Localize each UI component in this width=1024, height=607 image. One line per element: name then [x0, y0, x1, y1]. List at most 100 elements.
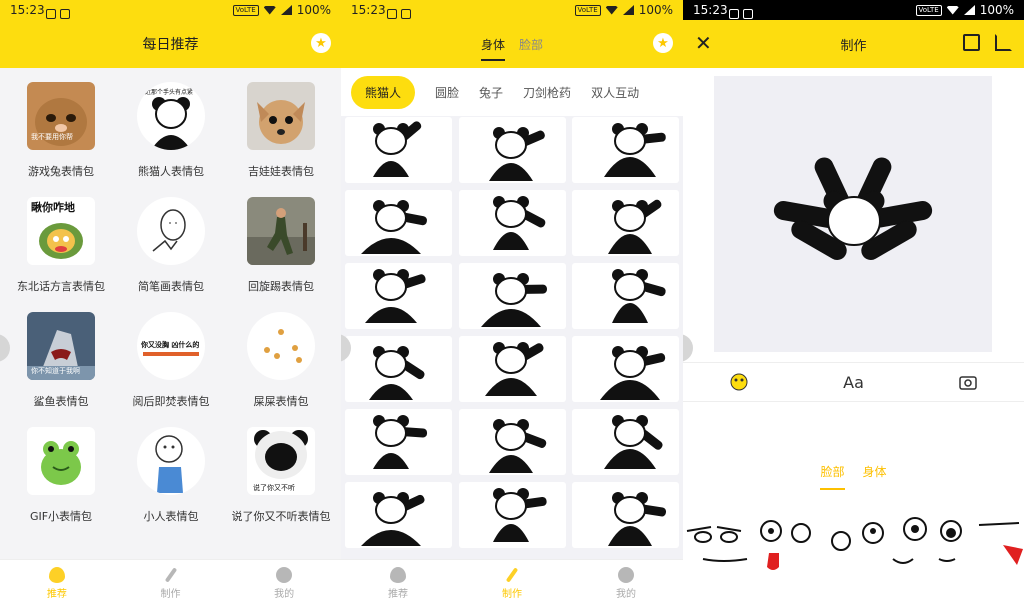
- nav-make[interactable]: 制作: [114, 560, 228, 607]
- body-sticker-item[interactable]: [459, 190, 566, 256]
- rabbit-thumb: 我不要用你帮: [27, 82, 95, 150]
- panda-pose-sticker: [369, 346, 425, 400]
- text-tool[interactable]: Aa: [843, 373, 864, 392]
- pack-label: 吉娃娃表情包: [248, 165, 314, 178]
- dongbei-thumb: 瞅你咋地: [27, 197, 95, 265]
- pack-label: 游戏兔表情包: [28, 165, 94, 178]
- battery-text: 100%: [979, 3, 1014, 17]
- pack-item[interactable]: 瞅你咋地 东北话方言表情包: [4, 183, 118, 298]
- user-icon: [276, 567, 293, 583]
- pack-item[interactable]: 屎屎表情包: [224, 298, 338, 413]
- body-sticker-item[interactable]: [345, 117, 452, 183]
- pack-item[interactable]: 你又没胸 凶什么的 阅后即焚表情包: [114, 298, 228, 413]
- tab-face[interactable]: 脸部: [519, 36, 543, 53]
- pack-item[interactable]: 你不知道于我啊 鲨鱼表情包: [4, 298, 118, 413]
- status-right: VoLTE 100%: [232, 0, 331, 20]
- chip-duo[interactable]: 双人互动: [591, 84, 639, 101]
- bottom-nav: 推荐 制作 我的: [0, 559, 341, 607]
- nav-make[interactable]: 制作: [455, 560, 569, 607]
- star-icon[interactable]: ★: [653, 33, 673, 53]
- body-sticker-item[interactable]: [345, 190, 452, 256]
- body-sticker-item[interactable]: [572, 190, 679, 256]
- status-right: VoLTE 100%: [915, 0, 1014, 20]
- status-bar: 15:23 VoLTE 100%: [0, 0, 341, 20]
- pack-label: 屎屎表情包: [253, 395, 309, 408]
- nav-recommend[interactable]: 推荐: [341, 560, 455, 607]
- body-sticker-item[interactable]: [459, 482, 566, 548]
- pack-item[interactable]: 简笔画表情包: [114, 183, 228, 298]
- dongbei-caption: 瞅你咋地: [31, 201, 75, 214]
- tab-body[interactable]: 身体: [480, 36, 505, 61]
- emoji-face-icon[interactable]: [730, 373, 748, 391]
- nav-mine[interactable]: 我的: [227, 560, 341, 607]
- editor-screen: 15:23 VoLTE 100% ✕ 制作 Aa 脸部 身体: [683, 0, 1024, 607]
- panda-caption: 最近那个手头有点紧: [139, 89, 194, 96]
- pack-item[interactable]: GIF小表情包: [4, 413, 118, 528]
- nav-recommend[interactable]: 推荐: [0, 560, 114, 607]
- panda-pose-sticker: [489, 419, 547, 473]
- status-bar: 15:23 VoLTE 100%: [341, 0, 683, 20]
- tab-body-parts[interactable]: 身体: [863, 463, 887, 490]
- face-parts-strip[interactable]: [683, 515, 1024, 575]
- category-tabs: 身体 脸部 ★: [341, 20, 683, 68]
- body-sticker-item[interactable]: [572, 263, 679, 329]
- pack-item[interactable]: 说了你又不听 说了你又不听表情包: [224, 413, 338, 528]
- wand-icon: [164, 567, 177, 583]
- body-sticker-item[interactable]: [345, 336, 452, 402]
- chip-weapons[interactable]: 刀剑枪药: [523, 84, 571, 101]
- nav-label: 我的: [274, 589, 295, 600]
- pack-item[interactable]: 小人表情包: [114, 413, 228, 528]
- body-sticker-item[interactable]: [345, 409, 452, 475]
- panda-pose-sticker: [493, 488, 547, 542]
- panda-pose-sticker: [361, 492, 425, 546]
- body-sticker-item[interactable]: [459, 117, 566, 183]
- save-icon[interactable]: [963, 34, 980, 51]
- panda-pose-sticker: [608, 199, 662, 254]
- side-handle[interactable]: [683, 334, 693, 362]
- pack-item[interactable]: 最近那个手头有点紧 熊猫人表情包: [114, 68, 228, 183]
- chip-round-face[interactable]: 圆脸: [435, 84, 459, 101]
- nav-mine[interactable]: 我的: [569, 560, 683, 607]
- panda-pose-sticker: [608, 492, 667, 546]
- body-sticker-item[interactable]: [345, 482, 452, 548]
- panda-pose-sticker: [365, 269, 426, 323]
- battery-text: 100%: [638, 3, 673, 17]
- battery-text: 100%: [296, 3, 331, 17]
- part-tabs: 脸部 身体: [683, 463, 1024, 490]
- chip-row: 熊猫人 圆脸 兔子 刀剑枪药 双人互动: [341, 68, 683, 116]
- pack-label: 东北话方言表情包: [17, 280, 105, 293]
- top-bar: 每日推荐 ★: [0, 20, 341, 68]
- panda-pose-sticker: [373, 415, 428, 469]
- chip-rabbit[interactable]: 兔子: [479, 84, 503, 101]
- frog-thumb: [27, 427, 95, 495]
- body-sticker-item[interactable]: [459, 336, 566, 402]
- share-icon[interactable]: [995, 34, 1012, 51]
- burn-thumb: 你又没胸 凶什么的: [137, 312, 205, 380]
- tab-face-parts[interactable]: 脸部: [820, 463, 845, 490]
- panda-pose-sticker: [600, 346, 666, 400]
- pack-label: 说了你又不听表情包: [231, 510, 331, 523]
- shark-caption: 你不知道于我啊: [31, 367, 80, 375]
- status-bar: 15:23 VoLTE 100%: [683, 0, 1024, 20]
- pack-item[interactable]: 回旋踢表情包: [224, 183, 338, 298]
- body-sticker-item[interactable]: [459, 409, 566, 475]
- volte-badge: VoLTE: [915, 4, 942, 16]
- editor-canvas[interactable]: [714, 76, 992, 352]
- body-sticker-item[interactable]: [459, 263, 566, 329]
- camera-icon[interactable]: [958, 373, 977, 391]
- status-time: 15:23: [351, 3, 386, 17]
- pack-item[interactable]: 我不要用你帮 游戏兔表情包: [4, 68, 118, 183]
- status-right: VoLTE 100%: [574, 0, 673, 20]
- body-sticker-item[interactable]: [572, 482, 679, 548]
- pack-item[interactable]: 吉娃娃表情包: [224, 68, 338, 183]
- body-sticker-item[interactable]: [572, 117, 679, 183]
- shark-thumb: 你不知道于我啊: [27, 312, 95, 380]
- body-sticker-item[interactable]: [345, 263, 452, 329]
- chihuahua-thumb: [247, 82, 315, 150]
- body-sticker-item[interactable]: [572, 336, 679, 402]
- pack-label: 小人表情包: [143, 510, 199, 523]
- chip-panda[interactable]: 熊猫人: [351, 75, 416, 109]
- star-icon[interactable]: ★: [311, 33, 331, 53]
- body-sticker-item[interactable]: [572, 409, 679, 475]
- close-icon[interactable]: ✕: [695, 33, 712, 53]
